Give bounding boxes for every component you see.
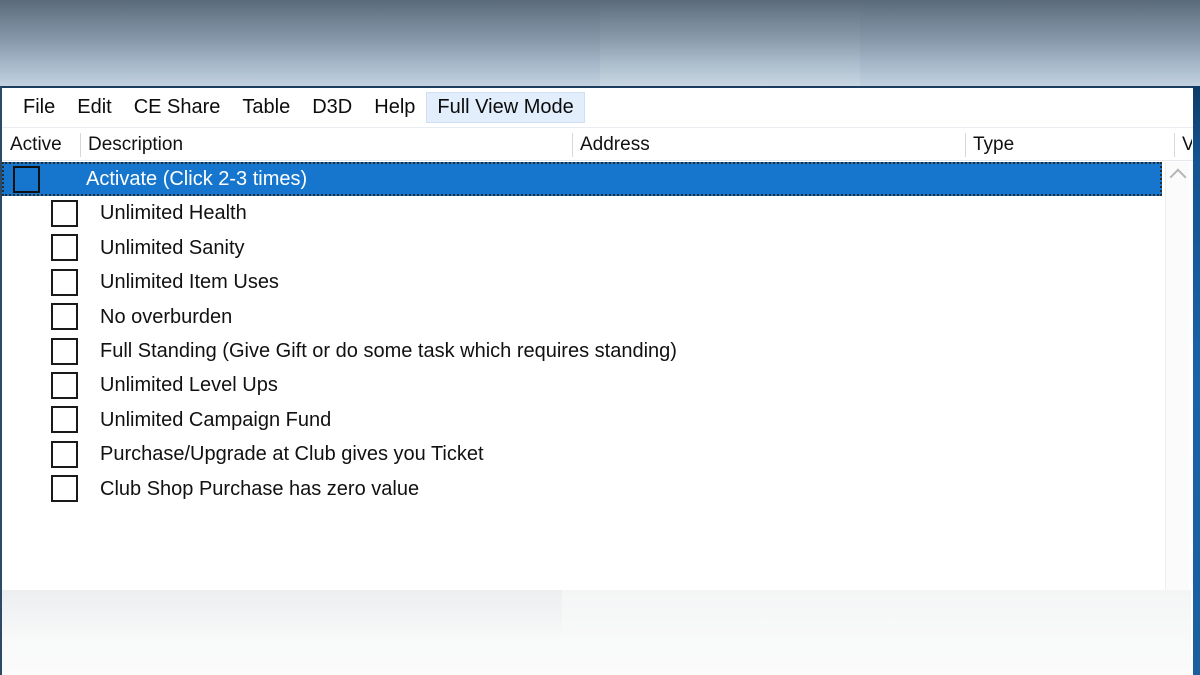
row-description-label: Unlimited Sanity <box>100 236 245 259</box>
row-checkbox[interactable] <box>51 406 78 434</box>
menu-item-help[interactable]: Help <box>363 92 426 123</box>
row-active-cell[interactable] <box>2 475 90 503</box>
row-active-cell[interactable] <box>2 234 90 262</box>
menu-item-ce-share[interactable]: CE Share <box>123 92 232 123</box>
row-description-label: Unlimited Level Ups <box>100 374 278 397</box>
row-checkbox[interactable] <box>51 234 78 262</box>
window-bottom-wash <box>2 590 562 638</box>
column-divider[interactable] <box>1174 133 1175 157</box>
table-column-header: Active Description Address Type V <box>2 128 1193 161</box>
row-checkbox[interactable] <box>51 303 78 331</box>
row-active-cell[interactable] <box>2 371 90 399</box>
desktop-backdrop-sheen <box>600 0 860 86</box>
row-active-cell[interactable] <box>2 440 90 468</box>
column-header-label: Description <box>88 133 184 155</box>
column-header-v[interactable]: V <box>1174 128 1192 161</box>
row-description-label: Full Standing (Give Gift or do some task… <box>100 340 677 362</box>
table-row[interactable]: Unlimited Item Uses <box>2 265 1162 299</box>
menu-item-table[interactable]: Table <box>231 92 301 123</box>
row-active-cell[interactable] <box>2 406 90 434</box>
row-description-label: Unlimited Campaign Fund <box>100 408 332 431</box>
row-checkbox[interactable] <box>51 475 78 503</box>
column-header-label: Active <box>10 133 62 155</box>
screen-root: File Edit CE Share Table D3D Help Full View Mo… <box>0 0 1200 675</box>
menu-item-full-view-mode[interactable]: Full View Mode <box>426 92 585 123</box>
table-row[interactable]: Unlimited Health <box>2 196 1162 230</box>
table-row[interactable]: Unlimited Campaign Fund <box>2 403 1162 437</box>
table-row[interactable]: Unlimited Sanity <box>2 231 1162 265</box>
column-header-label: Address <box>580 133 650 155</box>
scroll-up-button[interactable] <box>1166 162 1190 188</box>
column-divider[interactable] <box>572 133 573 157</box>
column-header-address[interactable]: Address <box>572 128 965 161</box>
table-row[interactable]: Purchase/Upgrade at Club gives you Ticke… <box>2 437 1162 471</box>
column-header-label: Type <box>973 133 1015 155</box>
menu-item-file[interactable]: File <box>12 92 66 123</box>
chevron-up-icon <box>1169 168 1187 185</box>
column-divider[interactable] <box>965 133 966 157</box>
column-header-type[interactable]: Type <box>965 128 1174 161</box>
row-checkbox[interactable] <box>13 165 40 193</box>
window-bottom-strip <box>2 590 1191 675</box>
row-description-label: Purchase/Upgrade at Club gives you Ticke… <box>100 443 484 466</box>
row-active-cell[interactable] <box>2 268 90 296</box>
row-description-label: Club Shop Purchase has zero value <box>100 477 420 500</box>
table-row[interactable]: Unlimited Level Ups <box>2 368 1162 402</box>
table-row[interactable]: Activate (Click 2-3 times) <box>2 162 1162 196</box>
column-header-description[interactable]: Description <box>80 128 572 161</box>
row-description-label: No overburden <box>100 305 233 328</box>
menu-item-d3d[interactable]: D3D <box>301 92 363 123</box>
row-description-label: Unlimited Item Uses <box>100 271 279 294</box>
desktop-backdrop <box>0 0 1200 86</box>
row-checkbox[interactable] <box>51 337 78 365</box>
row-checkbox[interactable] <box>51 371 78 399</box>
menu-bar: File Edit CE Share Table D3D Help Full View Mo… <box>2 88 1193 128</box>
row-checkbox[interactable] <box>51 268 78 296</box>
row-checkbox[interactable] <box>51 440 78 468</box>
table-row[interactable]: Club Shop Purchase has zero value <box>2 472 1162 506</box>
table-row[interactable]: No overburden <box>2 300 1162 334</box>
row-description-label: Activate (Click 2-3 times) <box>86 168 308 190</box>
row-active-cell[interactable] <box>2 165 52 193</box>
column-header-label: V <box>1182 133 1192 155</box>
row-active-cell[interactable] <box>2 337 90 365</box>
cheat-engine-window: File Edit CE Share Table D3D Help Full View Mo… <box>0 86 1193 675</box>
desktop-right-edge <box>1193 86 1200 675</box>
menu-item-edit[interactable]: Edit <box>66 92 122 123</box>
column-divider[interactable] <box>80 133 81 157</box>
row-active-cell[interactable] <box>2 199 90 227</box>
row-description-label: Unlimited Health <box>100 202 247 225</box>
column-header-active[interactable]: Active <box>2 128 80 161</box>
table-row[interactable]: Full Standing (Give Gift or do some task… <box>2 334 1162 368</box>
row-active-cell[interactable] <box>2 303 90 331</box>
row-checkbox[interactable] <box>51 199 78 227</box>
